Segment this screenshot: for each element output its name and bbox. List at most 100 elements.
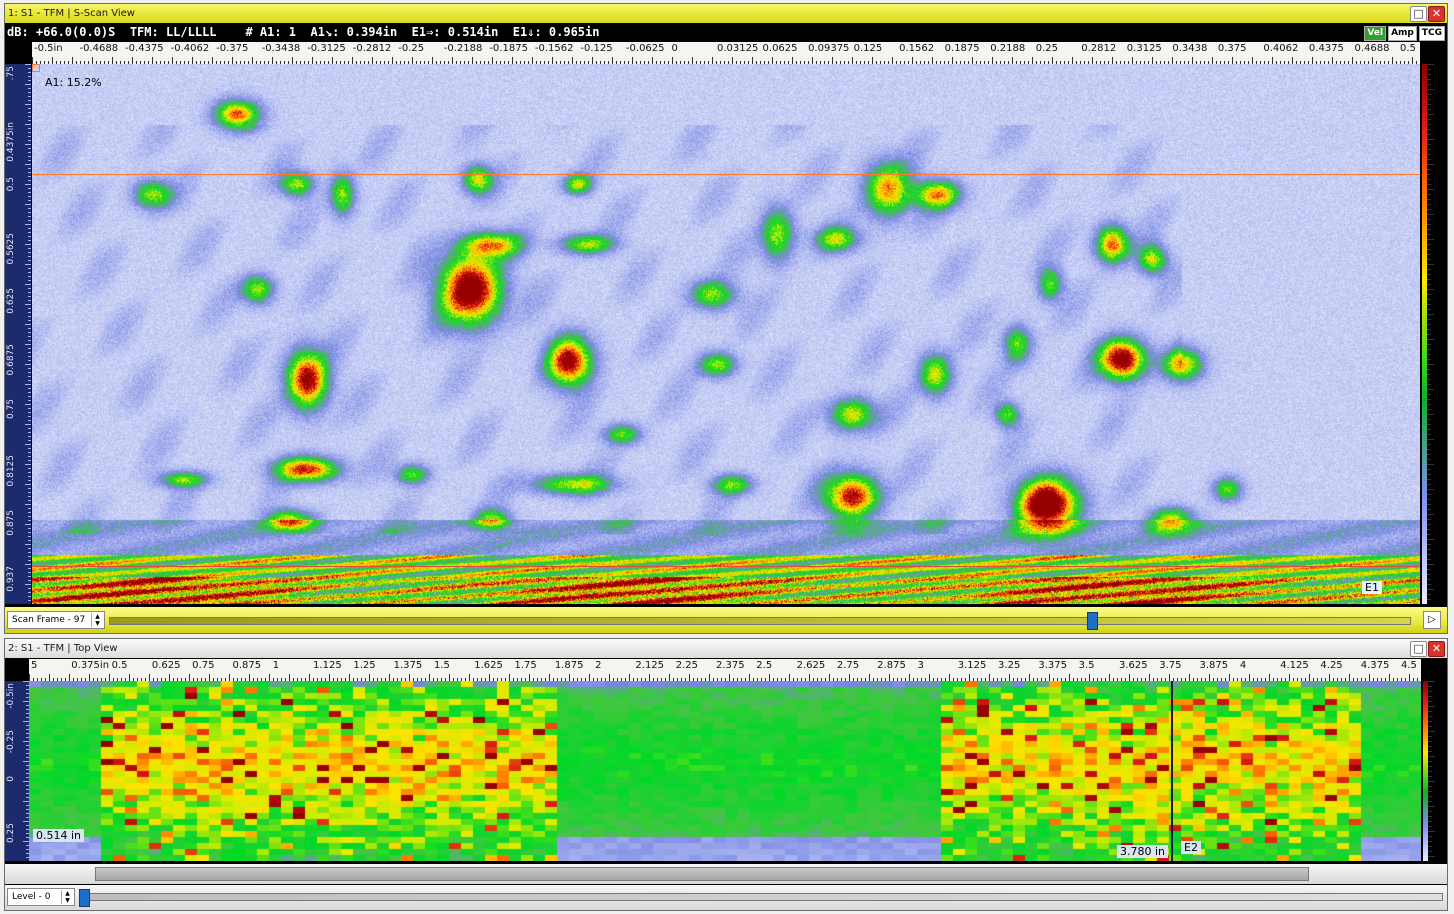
ruler-tick-label: 0.3125 — [1126, 43, 1162, 54]
depth-cursor-line[interactable] — [32, 174, 1420, 175]
ruler-tick-label: 0.0625 — [762, 43, 798, 54]
ruler-tick-label: 4.375 — [1360, 660, 1390, 671]
tcg-button[interactable]: TCG — [1418, 26, 1445, 41]
ruler-tick-label: 0.09375 — [808, 43, 850, 54]
ruler-tick-label: 0.4688 — [1354, 43, 1390, 54]
ruler-tick-label: -0.1562 — [534, 43, 574, 54]
ruler-tick-label: 0.25 — [1035, 43, 1058, 54]
sscan-canvas — [32, 64, 1420, 604]
scan-frame-thumb[interactable] — [1087, 612, 1098, 630]
ruler-tick-label: 3.375 — [1038, 660, 1067, 671]
e2-cursor-tag[interactable]: E2 — [1181, 841, 1201, 854]
ruler-tick-label: 1.25 — [353, 660, 376, 671]
topview-window: 2: S1 - TFM | Top View □ ✕ 5 0.375in 0.5 0.… — [4, 638, 1448, 911]
ruler-tick-label: 3 — [917, 660, 924, 671]
sscan-titlebar[interactable]: 1: S1 - TFM | S-Scan View □ ✕ — [5, 4, 1447, 23]
sscan-vertical-ruler: .75 0.4375in 0.5 0.5625 0.625 0.6875 0.75 0.812… — [5, 64, 31, 604]
level-track[interactable] — [81, 893, 1443, 901]
ruler-tick-label: 0 — [671, 43, 678, 54]
colorbar-label: 100 — [1435, 66, 1444, 82]
ruler-tick-label: 0.4375in — [6, 121, 16, 162]
ruler-tick-label: 1.5 — [433, 660, 450, 671]
topview-titlebar[interactable]: 2: S1 - TFM | Top View □ ✕ — [5, 639, 1447, 658]
colorbar-label: 50 — [1435, 350, 1444, 361]
ruler-tick-label: 0 — [6, 776, 16, 783]
e1-vertical-readout: E1⇓: 0.965in — [512, 25, 600, 39]
scan-cursor-line[interactable] — [1171, 681, 1173, 861]
scan-frame-label: Scan Frame - 97 — [12, 615, 86, 625]
tfm-readout: TFM: LL/LLLL — [129, 25, 217, 39]
ruler-tick-label: -0.125 — [580, 43, 613, 54]
e1-horizontal-readout: E1⇒: 0.514in — [411, 25, 499, 39]
ruler-tick-label: 0.03125 — [717, 43, 759, 54]
level-spinner[interactable]: Level - 0 ▲ ▼ — [7, 888, 75, 906]
amplitude-label: A1: 15.2% — [45, 76, 102, 89]
ruler-tick-label: 1 — [272, 660, 280, 671]
ruler-tick-label: 2.875 — [877, 660, 906, 671]
ruler-tick-label: -0.5in — [34, 43, 63, 54]
ruler-tick-label: 0.2812 — [1081, 43, 1117, 54]
colorbar-label: 20 — [1435, 521, 1444, 532]
ruler-tick-label: 1.125 — [313, 660, 342, 671]
close-icon[interactable]: ✕ — [1428, 6, 1445, 22]
topview-image[interactable]: 0.514 in 3.780 in E2 — [29, 681, 1421, 861]
ruler-tick-label: -0.4375 — [125, 43, 164, 54]
ruler-tick-label: 0.375in — [71, 660, 110, 671]
ruler-tick-label: 0.3438 — [1172, 43, 1208, 54]
topview-colorbar: 100 80 60 40 20% — [1423, 681, 1447, 861]
ruler-tick-label: -0.4062 — [170, 43, 210, 54]
ruler-tick-label: 2.25 — [675, 660, 698, 671]
ruler-tick-label: 0.625 — [151, 660, 181, 671]
ruler-tick-label: 0.1875 — [944, 43, 980, 54]
velocity-button[interactable]: Vel — [1364, 26, 1387, 41]
index-scroll-thumb[interactable] — [95, 867, 1309, 881]
scan-frame-track[interactable] — [109, 617, 1411, 625]
amplitude-button[interactable]: Amp — [1388, 26, 1417, 41]
scan-frame-spinner[interactable]: Scan Frame - 97 ▲ ▼ — [7, 611, 105, 629]
ruler-tick-label: 0.75 — [192, 660, 215, 671]
left-value-tag: 0.514 in — [33, 829, 85, 842]
index-scroll-bar — [5, 864, 1447, 884]
colorbar-label: 60 — [1436, 759, 1445, 770]
origin-marker — [32, 64, 40, 72]
colorbar-label: 30 — [1435, 464, 1444, 475]
colorbar-label: 40 — [1435, 407, 1444, 418]
colorbar-label: 10% — [1435, 578, 1444, 596]
ruler-tick-label: 4.125 — [1280, 660, 1309, 671]
ruler-tick-label: 2.125 — [635, 660, 665, 671]
colorbar-label: 40 — [1436, 797, 1445, 808]
maximize-icon[interactable]: □ — [1410, 641, 1427, 657]
maximize-icon[interactable]: □ — [1410, 6, 1427, 22]
level-bar: Level - 0 ▲ ▼ — [5, 885, 1447, 910]
play-icon[interactable]: ▷ — [1423, 611, 1441, 629]
e1-cursor-tag[interactable]: E1 — [1362, 581, 1382, 594]
level-thumb[interactable] — [79, 889, 90, 907]
topview-title: 2: S1 - TFM | Top View — [8, 643, 118, 654]
ruler-tick-label: 2 — [595, 660, 602, 671]
ruler-tick-label: -0.3125 — [307, 43, 346, 54]
ruler-tick-label: .75 — [6, 66, 16, 81]
spinner-arrows-icon[interactable]: ▲ ▼ — [61, 890, 73, 904]
db-readout: dB: +66.0(0.0)S — [7, 25, 116, 39]
ruler-tick-label: 1.75 — [514, 660, 537, 671]
ruler-tick-label: -0.25 — [6, 729, 16, 753]
ruler-tick-label: 0.875 — [232, 660, 262, 671]
colorbar-label: 80 — [1435, 179, 1444, 190]
colorbar-label: 100 — [1436, 683, 1445, 699]
ruler-tick-label: -0.25 — [398, 43, 425, 54]
ruler-tick-label: 0.1562 — [899, 43, 935, 54]
colorbar-label: 20% — [1436, 835, 1445, 853]
ruler-tick-label: 0.375 — [1217, 43, 1247, 54]
ruler-tick-label: -0.1875 — [489, 43, 528, 54]
spinner-arrows-icon[interactable]: ▲ ▼ — [91, 613, 103, 627]
colorbar-label: 60 — [1435, 293, 1444, 304]
ruler-tick-label: 0.8125 — [6, 454, 16, 487]
topview-vertical-ruler: -0.5in -0.25 0 0.25 — [5, 681, 29, 861]
ruler-tick-label: -0.375 — [216, 43, 249, 54]
ruler-tick-label: 0.937 — [6, 566, 16, 592]
ruler-tick-label: -0.2812 — [352, 43, 392, 54]
sscan-image[interactable]: A1: 15.2% E1 — [32, 64, 1420, 604]
gate-line[interactable] — [32, 566, 1420, 567]
close-icon[interactable]: ✕ — [1428, 641, 1445, 657]
sscan-colorbar: 100 90 80 70 60 50 40 30 20 10% — [1422, 64, 1446, 604]
